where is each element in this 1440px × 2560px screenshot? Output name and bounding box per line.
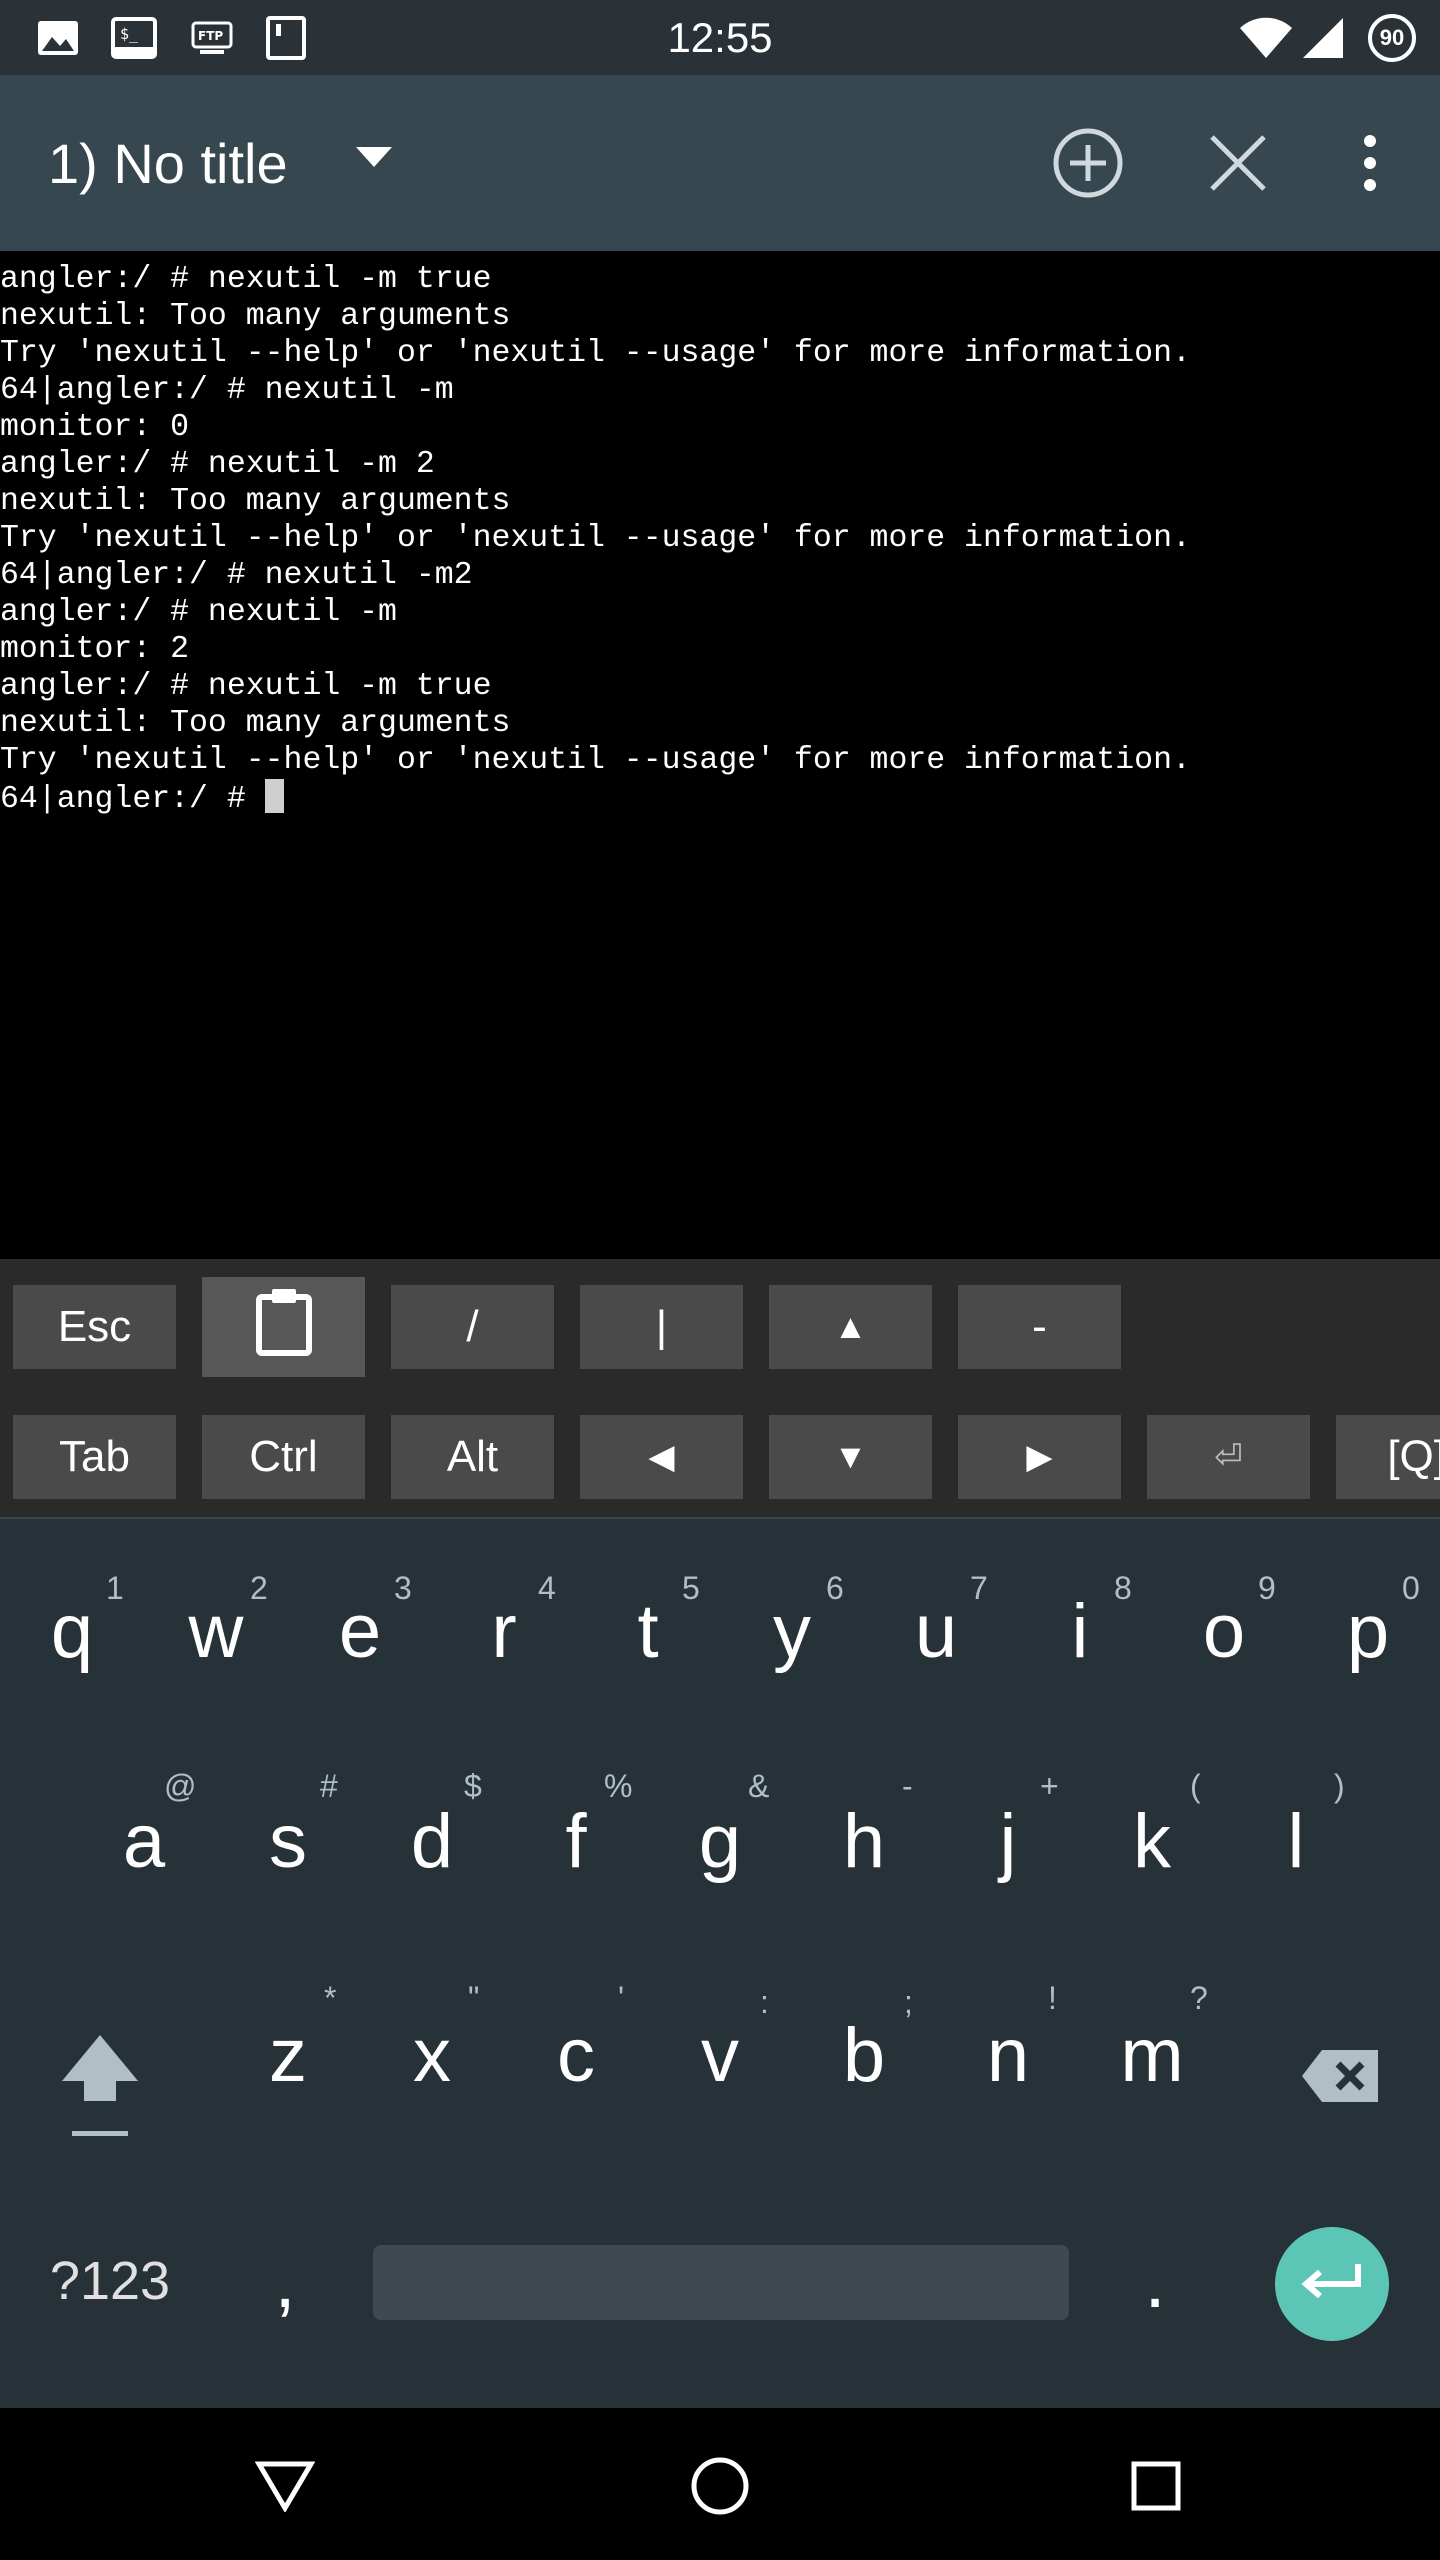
add-session-icon[interactable] — [1048, 123, 1128, 203]
extra-keys-bar: Esc / | ▲ - Tab Ctrl Alt ◀ ▼ ▶ ⏎ [Q] — [0, 1259, 1440, 1517]
terminal-prompt-line[interactable]: 64|angler:/ # — [0, 779, 1440, 817]
close-session-icon[interactable] — [1198, 123, 1278, 203]
key-q[interactable]: 1 q — [0, 1570, 144, 1710]
battery-icon: 90 — [1368, 14, 1416, 62]
terminal-line: angler:/ # nexutil -m true — [0, 669, 492, 704]
enter-icon — [1300, 2262, 1364, 2307]
app-toolbar: 1) No title — [0, 75, 1440, 251]
key-d[interactable]: $ d — [360, 1768, 504, 1908]
key-z[interactable]: * z — [216, 1980, 360, 2120]
terminal-line: Try 'nexutil --help' or 'nexutil --usage… — [0, 521, 1191, 556]
return-key[interactable]: ⏎ — [1147, 1415, 1310, 1499]
session-title[interactable]: 1) No title — [48, 75, 288, 251]
pipe-key[interactable]: | — [580, 1285, 743, 1369]
shift-key[interactable] — [30, 2015, 170, 2155]
backspace-key[interactable] — [1290, 2025, 1390, 2105]
ctrl-key[interactable]: Ctrl — [202, 1415, 365, 1499]
terminal-line: nexutil: Too many arguments — [0, 484, 511, 519]
key-m[interactable]: ? m — [1080, 1980, 1224, 2120]
terminal-line: 64|angler:/ # nexutil -m — [0, 373, 454, 408]
terminal-line: Try 'nexutil --help' or 'nexutil --usage… — [0, 336, 1191, 371]
space-bar[interactable] — [373, 2245, 1069, 2320]
terminal-line: angler:/ # nexutil -m 2 — [0, 447, 435, 482]
terminal-output[interactable]: angler:/ # nexutil -m true nexutil: Too … — [0, 251, 1440, 1259]
wifi-icon — [1236, 0, 1296, 75]
dash-key[interactable]: - — [958, 1285, 1121, 1369]
back-icon[interactable] — [235, 2436, 335, 2536]
alt-key[interactable]: Alt — [391, 1415, 554, 1499]
key-v[interactable]: : v — [648, 1980, 792, 2120]
clock: 12:55 — [667, 13, 773, 61]
clipboard-icon — [254, 1287, 314, 1368]
overflow-menu-icon[interactable] — [1330, 123, 1410, 203]
period-key[interactable]: . — [1100, 2230, 1210, 2330]
key-e[interactable]: 3 e — [288, 1570, 432, 1710]
key-u[interactable]: 7 u — [864, 1570, 1008, 1710]
key-a[interactable]: @ a — [72, 1768, 216, 1908]
key-h[interactable]: - h — [792, 1768, 936, 1908]
key-i[interactable]: 8 i — [1008, 1570, 1152, 1710]
slash-key[interactable]: / — [391, 1285, 554, 1369]
terminal-line: monitor: 2 — [0, 632, 190, 667]
key-g[interactable]: & g — [648, 1768, 792, 1908]
key-w[interactable]: 2 w — [144, 1570, 288, 1710]
down-arrow-key[interactable]: ▼ — [769, 1415, 932, 1499]
navigation-bar — [0, 2408, 1440, 2560]
key-r[interactable]: 4 r — [432, 1570, 576, 1710]
key-o[interactable]: 9 o — [1152, 1570, 1296, 1710]
esc-key[interactable]: Esc — [13, 1285, 176, 1369]
key-t[interactable]: 5 t — [576, 1570, 720, 1710]
terminal-line: Try 'nexutil --help' or 'nexutil --usage… — [0, 743, 1191, 778]
key-s[interactable]: # s — [216, 1768, 360, 1908]
key-k[interactable]: ( k — [1080, 1768, 1224, 1908]
key-f[interactable]: % f — [504, 1768, 648, 1908]
key-j[interactable]: + j — [936, 1768, 1080, 1908]
shift-icon — [60, 2031, 140, 2159]
terminal-cursor — [264, 779, 284, 813]
home-icon[interactable] — [670, 2436, 770, 2536]
backspace-icon — [1300, 2035, 1380, 2122]
key-l[interactable]: ) l — [1224, 1768, 1368, 1908]
terminal-line: nexutil: Too many arguments — [0, 706, 511, 741]
terminal-line: monitor: 0 — [0, 410, 190, 445]
terminal-prompt: 64|angler:/ # — [0, 782, 265, 817]
comma-key[interactable]: , — [230, 2230, 340, 2330]
symbols-key[interactable]: ?123 — [30, 2240, 190, 2330]
right-arrow-key[interactable]: ▶ — [958, 1415, 1121, 1499]
key-p[interactable]: 0 p — [1296, 1570, 1440, 1710]
up-arrow-key[interactable]: ▲ — [769, 1285, 932, 1369]
key-b[interactable]: ; b — [792, 1980, 936, 2120]
recents-icon[interactable] — [1106, 2436, 1206, 2536]
clipboard-key[interactable] — [202, 1277, 365, 1377]
key-x[interactable]: " x — [360, 1980, 504, 2120]
q-key[interactable]: [Q] — [1336, 1415, 1440, 1499]
key-n[interactable]: ! n — [936, 1980, 1080, 2120]
signal-icon — [1298, 0, 1348, 75]
key-y[interactable]: 6 y — [720, 1570, 864, 1710]
terminal-line: 64|angler:/ # nexutil -m2 — [0, 558, 473, 593]
enter-key[interactable] — [1275, 2227, 1389, 2341]
terminal-line: nexutil: Too many arguments — [0, 299, 511, 334]
status-bar: $_ FTP 12:55 90 — [0, 0, 1440, 75]
left-arrow-key[interactable]: ◀ — [580, 1415, 743, 1499]
terminal-line: angler:/ # nexutil -m — [0, 595, 397, 630]
tab-key[interactable]: Tab — [13, 1415, 176, 1499]
key-c[interactable]: ' c — [504, 1980, 648, 2120]
dropdown-arrow-icon[interactable] — [354, 145, 394, 175]
terminal-line: angler:/ # nexutil -m true — [0, 262, 492, 297]
